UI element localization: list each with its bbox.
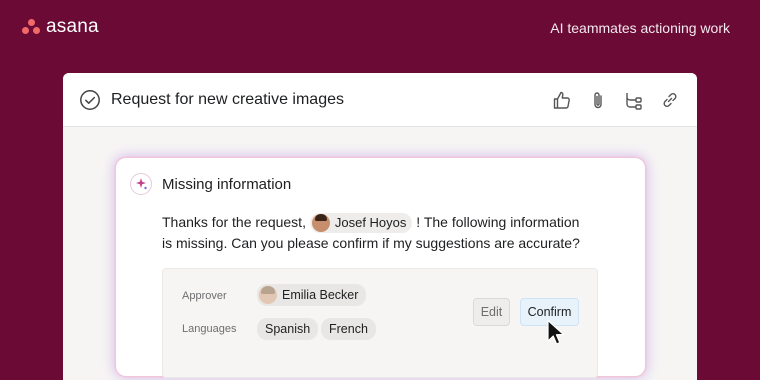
ai-card-title: Missing information: [162, 175, 292, 193]
brand-name: asana: [46, 16, 99, 37]
mention-name: Josef Hoyos: [334, 215, 407, 231]
task-header: Request for new creative images: [63, 73, 697, 127]
ai-card-header: Missing information: [130, 173, 291, 195]
approver-name: Emilia Becker: [282, 288, 359, 302]
approver-chip[interactable]: Emilia Becker: [257, 284, 367, 306]
suggestions-box: Approver Emilia Becker Languages Spanish…: [162, 268, 598, 378]
tagline: AI teammates actioning work: [550, 20, 730, 36]
complete-task-check-icon[interactable]: [79, 89, 101, 111]
languages-label: Languages: [182, 323, 237, 335]
ai-sparkle-icon: [130, 173, 152, 195]
ai-message: Thanks for the request, Josef Hoyos ! Th…: [162, 212, 592, 253]
josef-avatar: [311, 214, 330, 233]
emilia-avatar: [259, 286, 277, 304]
like-thumbs-up-icon[interactable]: [551, 89, 573, 111]
language-chip-spanish[interactable]: Spanish: [257, 318, 319, 340]
mouse-pointer-icon: [547, 319, 565, 345]
subtask-icon[interactable]: [623, 89, 645, 111]
asana-logo: asana: [22, 16, 99, 38]
user-mention[interactable]: Josef Hoyos: [309, 213, 413, 234]
attachment-paperclip-icon[interactable]: [587, 89, 609, 111]
edit-button[interactable]: Edit: [473, 298, 510, 326]
approver-label: Approver: [182, 290, 227, 302]
header-actions: [551, 89, 681, 111]
copy-link-icon[interactable]: [659, 89, 681, 111]
language-chip-french[interactable]: French: [321, 318, 376, 340]
task-title[interactable]: Request for new creative images: [111, 91, 551, 109]
asana-dots-icon: [22, 19, 40, 35]
message-text-start: Thanks for the request,: [162, 214, 310, 230]
